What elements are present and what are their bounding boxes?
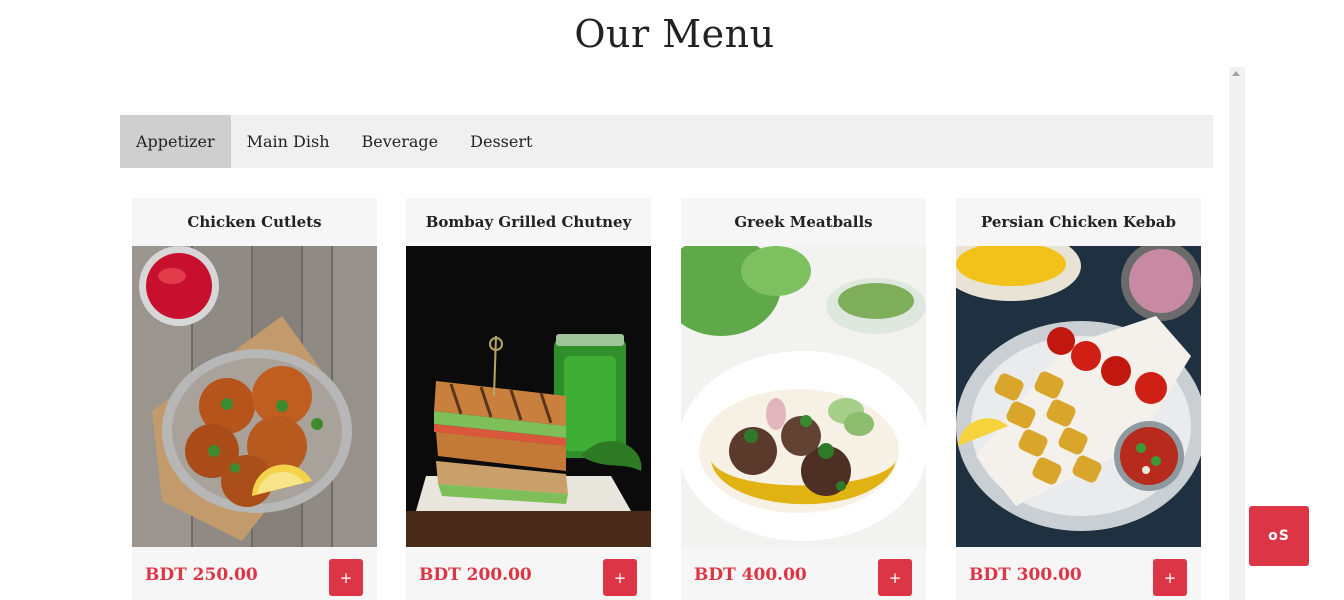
scrollbar[interactable] [1229,67,1245,600]
grilled-sandwich-image [406,246,651,547]
menu-item-card: Bombay Grilled Chutney BDT 200.00 + [406,198,651,600]
add-to-cart-button[interactable]: + [1153,559,1187,596]
menu-item-name: Chicken Cutlets [187,213,322,231]
menu-item-name: Bombay Grilled Chutney [425,213,632,231]
add-to-cart-button[interactable]: + [329,559,363,596]
menu-item-price: BDT 200.00 [419,565,532,585]
floating-os-button[interactable]: oS [1249,506,1309,566]
chicken-cutlets-image [132,246,377,547]
menu-category-tabs: Appetizer Main Dish Beverage Dessert [120,115,1213,168]
tab-dessert[interactable]: Dessert [454,115,548,168]
menu-item-footer: BDT 300.00 + [956,547,1201,600]
menu-item-price: BDT 400.00 [694,565,807,585]
menu-item-price: BDT 300.00 [969,565,1082,585]
menu-item-price: BDT 250.00 [145,565,258,585]
menu-item-card: Greek Meatballs BDT 400.00 + [681,198,926,600]
menu-item-card: Persian Chicken Kebab BDT 300.00 + [956,198,1201,600]
tab-appetizer[interactable]: Appetizer [120,115,231,168]
menu-item-footer: BDT 250.00 + [132,547,377,600]
menu-item-footer: BDT 400.00 + [681,547,926,600]
add-to-cart-button[interactable]: + [603,559,637,596]
scroll-up-arrow-icon[interactable] [1232,71,1240,76]
menu-item-name: Greek Meatballs [734,213,873,231]
tab-main-dish[interactable]: Main Dish [231,115,346,168]
page-title: Our Menu [574,12,775,56]
add-to-cart-button[interactable]: + [878,559,912,596]
menu-item-card: Chicken Cutlets BDT 250.00 + [132,198,377,600]
meatballs-image [681,246,926,547]
menu-item-footer: BDT 200.00 + [406,547,651,600]
menu-item-name: Persian Chicken Kebab [981,213,1176,231]
tab-beverage[interactable]: Beverage [346,115,455,168]
kebab-image [956,246,1201,547]
